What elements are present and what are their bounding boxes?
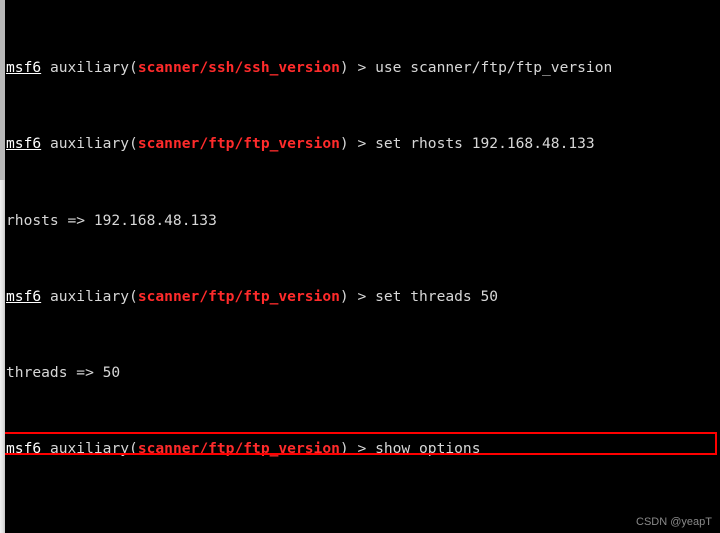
prompt-line-set-threads: msf6 auxiliary(scanner/ftp/ftp_version) … <box>6 287 720 306</box>
prompt-prefix: auxiliary( <box>41 135 138 153</box>
module-path-ftp: scanner/ftp/ftp_version <box>137 135 340 153</box>
command-use: use scanner/ftp/ftp_version <box>375 59 613 77</box>
terminal-output[interactable]: msf6 auxiliary(scanner/ssh/ssh_version) … <box>6 0 720 533</box>
prompt-line-show-options: msf6 auxiliary(scanner/ftp/ftp_version) … <box>6 439 720 458</box>
echo-threads: threads => 50 <box>6 363 121 381</box>
echo-rhosts: rhosts => 192.168.48.133 <box>6 211 217 229</box>
terminal-screen: msf6 auxiliary(scanner/ssh/ssh_version) … <box>0 0 720 533</box>
command-set-threads: set threads 50 <box>375 287 499 305</box>
prompt-line-use: msf6 auxiliary(scanner/ssh/ssh_version) … <box>6 58 720 77</box>
prompt-user: msf6 <box>6 135 42 153</box>
prompt-suffix: ) > <box>339 59 376 77</box>
prompt-suffix: ) > <box>339 440 376 458</box>
vertical-scrollbar[interactable] <box>0 0 5 533</box>
prompt-prefix: auxiliary( <box>41 59 138 77</box>
scrollbar-thumb[interactable] <box>0 0 5 180</box>
prompt-user: msf6 <box>6 59 42 77</box>
command-show-options: show options <box>375 440 481 458</box>
module-path-ftp: scanner/ftp/ftp_version <box>137 440 340 458</box>
module-path-ssh: scanner/ssh/ssh_version <box>137 59 340 77</box>
watermark: CSDN @yeapT <box>636 516 712 528</box>
prompt-prefix: auxiliary( <box>41 287 138 305</box>
command-set-rhosts: set rhosts 192.168.48.133 <box>375 135 595 153</box>
prompt-prefix: auxiliary( <box>41 440 138 458</box>
prompt-line-set-rhosts: msf6 auxiliary(scanner/ftp/ftp_version) … <box>6 134 720 153</box>
prompt-suffix: ) > <box>339 287 376 305</box>
module-path-ftp: scanner/ftp/ftp_version <box>137 287 340 305</box>
prompt-suffix: ) > <box>339 135 376 153</box>
prompt-user: msf6 <box>6 440 42 458</box>
prompt-user: msf6 <box>6 287 42 305</box>
